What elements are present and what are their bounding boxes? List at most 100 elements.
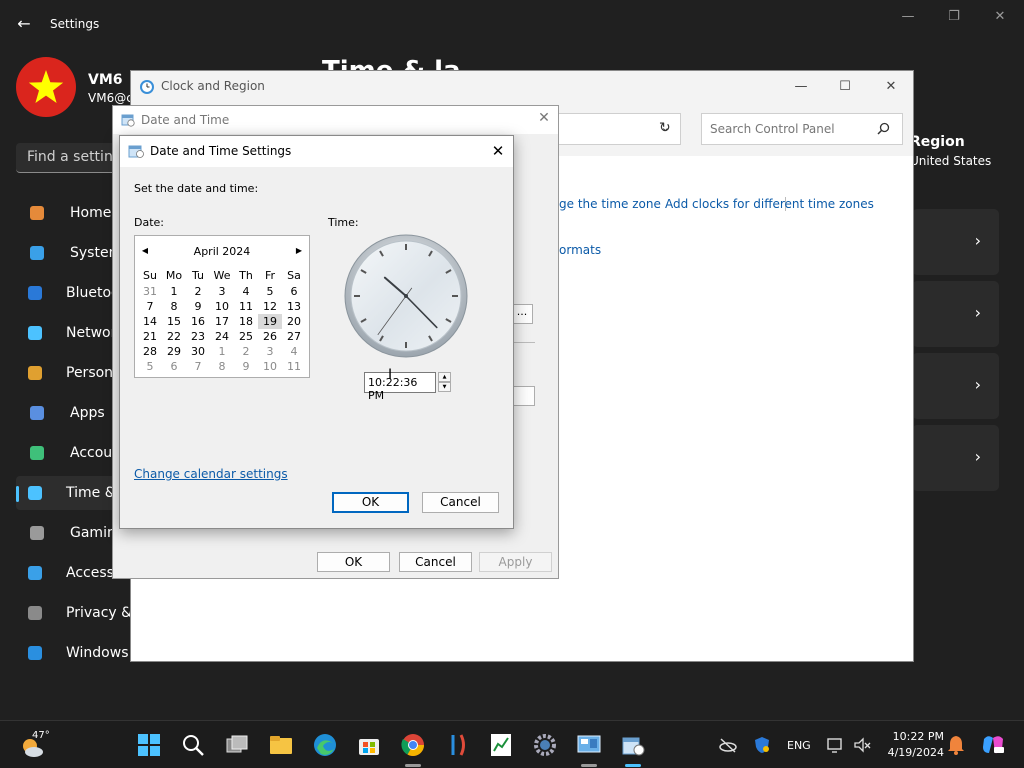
- start-icon[interactable]: [136, 732, 162, 758]
- search-control-panel-input[interactable]: Search Control Panel: [701, 113, 903, 145]
- network-icon[interactable]: [826, 735, 846, 755]
- calendar[interactable]: April 2024 ◀ ▶ Su Mo Tu We Th Fr Sa 31 1 2 3 4 5 6 7 8 9…: [134, 235, 310, 378]
- calendar-day[interactable]: 18: [234, 314, 258, 329]
- calendar-day[interactable]: 29: [162, 344, 186, 359]
- minimize-icon[interactable]: —: [896, 8, 920, 26]
- settings-card[interactable]: ›: [912, 281, 999, 347]
- volume-muted-icon[interactable]: [852, 735, 872, 755]
- taskbar-clock-time[interactable]: 10:22 PM: [888, 730, 944, 743]
- copilot-icon[interactable]: [980, 733, 1006, 757]
- spin-up-icon[interactable]: ▲: [438, 372, 451, 382]
- calendar-day[interactable]: 3: [258, 344, 282, 359]
- refresh-icon[interactable]: ↻: [659, 120, 677, 138]
- ok-button[interactable]: OK: [317, 552, 390, 572]
- calendar-day[interactable]: 7: [138, 299, 162, 314]
- sidebar-item-windows-update[interactable]: Windows Update: [16, 636, 136, 670]
- calendar-day[interactable]: 21: [138, 329, 162, 344]
- taskbar-clock-date[interactable]: 4/19/2024: [878, 746, 944, 759]
- time-spinner[interactable]: ▲ ▼: [438, 372, 451, 393]
- ok-button[interactable]: OK: [332, 492, 409, 513]
- search-icon[interactable]: [877, 122, 890, 135]
- calendar-day[interactable]: 19: [258, 314, 282, 329]
- calendar-day[interactable]: 10: [258, 359, 282, 374]
- notification-bell-icon[interactable]: [946, 734, 966, 756]
- apply-button[interactable]: Apply: [479, 552, 552, 572]
- close-icon[interactable]: ✕: [486, 141, 510, 161]
- calendar-day[interactable]: 13: [282, 299, 306, 314]
- calendar-day[interactable]: 2: [186, 284, 210, 299]
- calendar-day[interactable]: 16: [186, 314, 210, 329]
- previous-month-icon[interactable]: ◀: [139, 245, 151, 257]
- calendar-day[interactable]: 1: [210, 344, 234, 359]
- calendar-day[interactable]: 27: [282, 329, 306, 344]
- calendar-day[interactable]: 9: [234, 359, 258, 374]
- close-icon[interactable]: ✕: [533, 110, 555, 126]
- change-time-zone-link[interactable]: ge the time zone: [559, 197, 661, 211]
- settings-card[interactable]: ›: [912, 425, 999, 491]
- sidebar-item-privacy-security[interactable]: Privacy & security: [16, 596, 136, 630]
- maximize-icon[interactable]: ☐: [831, 77, 859, 97]
- calendar-day[interactable]: 31: [138, 284, 162, 299]
- calendar-day[interactable]: 14: [138, 314, 162, 329]
- spin-down-icon[interactable]: ▼: [438, 382, 451, 392]
- date-time-icon[interactable]: [620, 732, 646, 758]
- file-explorer-icon[interactable]: [268, 732, 294, 758]
- calendar-day[interactable]: 6: [162, 359, 186, 374]
- add-clocks-link[interactable]: Add clocks for different time zones: [665, 197, 874, 211]
- calendar-day[interactable]: 5: [258, 284, 282, 299]
- calendar-day[interactable]: 28: [138, 344, 162, 359]
- calendar-day[interactable]: 15: [162, 314, 186, 329]
- avatar[interactable]: [16, 57, 76, 117]
- calendar-day[interactable]: 8: [162, 299, 186, 314]
- calendar-day[interactable]: 25: [234, 329, 258, 344]
- calendar-day[interactable]: 17: [210, 314, 234, 329]
- close-icon[interactable]: ✕: [988, 8, 1012, 26]
- task-view-icon[interactable]: [224, 732, 250, 758]
- edge-icon[interactable]: [312, 732, 338, 758]
- spreadsheet-icon[interactable]: [488, 732, 514, 758]
- calendar-day[interactable]: 11: [234, 299, 258, 314]
- cancel-button[interactable]: Cancel: [399, 552, 472, 572]
- app-icon[interactable]: [444, 732, 470, 758]
- close-icon[interactable]: ✕: [877, 77, 905, 97]
- settings-card[interactable]: ›: [912, 353, 999, 419]
- back-arrow-icon[interactable]: ←: [14, 14, 34, 34]
- calendar-day[interactable]: 26: [258, 329, 282, 344]
- calendar-day[interactable]: 23: [186, 329, 210, 344]
- settings-gear-icon[interactable]: [532, 732, 558, 758]
- calendar-day[interactable]: 2: [234, 344, 258, 359]
- maximize-icon[interactable]: ❐: [942, 8, 966, 26]
- calendar-day[interactable]: 4: [234, 284, 258, 299]
- calendar-day[interactable]: 30: [186, 344, 210, 359]
- next-month-icon[interactable]: ▶: [293, 245, 305, 257]
- calendar-day[interactable]: 3: [210, 284, 234, 299]
- security-shield-icon[interactable]: [752, 735, 772, 755]
- calendar-day[interactable]: 5: [138, 359, 162, 374]
- calendar-day[interactable]: 1: [162, 284, 186, 299]
- calendar-day[interactable]: 11: [282, 359, 306, 374]
- calendar-day[interactable]: 10: [210, 299, 234, 314]
- input-language[interactable]: ENG: [787, 739, 811, 752]
- calendar-day[interactable]: 6: [282, 284, 306, 299]
- onedrive-offline-icon[interactable]: [718, 735, 738, 755]
- calendar-day[interactable]: 20: [282, 314, 306, 329]
- calendar-day[interactable]: 24: [210, 329, 234, 344]
- control-panel-icon[interactable]: [576, 732, 602, 758]
- change-formats-link[interactable]: ormats: [559, 243, 601, 257]
- cancel-button[interactable]: Cancel: [422, 492, 499, 513]
- background-button[interactable]: [513, 386, 535, 406]
- calendar-day[interactable]: 7: [186, 359, 210, 374]
- store-icon[interactable]: [356, 732, 382, 758]
- search-icon[interactable]: [180, 732, 206, 758]
- more-button[interactable]: ...: [511, 304, 533, 324]
- calendar-day[interactable]: 8: [210, 359, 234, 374]
- change-calendar-settings-link[interactable]: Change calendar settings: [134, 467, 288, 481]
- settings-card[interactable]: ›: [912, 209, 999, 275]
- time-input[interactable]: 10:22:36 PM: [364, 372, 436, 402]
- calendar-day[interactable]: 12: [258, 299, 282, 314]
- calendar-day[interactable]: 22: [162, 329, 186, 344]
- calendar-month[interactable]: April 2024: [135, 245, 309, 258]
- calendar-day[interactable]: 4: [282, 344, 306, 359]
- minimize-icon[interactable]: —: [787, 77, 815, 97]
- chrome-icon[interactable]: [400, 732, 426, 758]
